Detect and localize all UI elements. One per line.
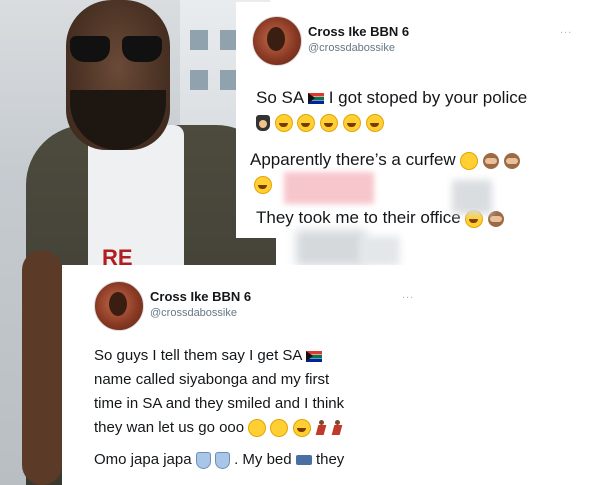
tweet-author-handle[interactable]: @crossdabossike [308, 42, 395, 54]
tweet-text: time in SA and they smiled and I think [94, 395, 345, 412]
blurred-region [296, 230, 366, 266]
see-no-evil-monkey-icon [483, 152, 500, 169]
tweet-text-line: they wan let us go ooo [94, 419, 343, 438]
laughing-face-icon [342, 113, 361, 132]
tweet-text: name called siyabonga and my first [94, 371, 330, 388]
sunglasses-icon [70, 36, 164, 64]
tweet-author-name[interactable]: Cross Ike BBN 6 [150, 289, 251, 304]
police-officer-icon [256, 114, 270, 131]
tweet-text-line: name called siyabonga and my first [94, 371, 329, 388]
tweet-card-2[interactable]: Cross Ike BBN 6 @crossdabossike ... So g… [62, 265, 470, 485]
laughing-face-icon [292, 419, 311, 438]
shield-icon [214, 451, 230, 469]
running-person-icon [331, 420, 343, 436]
tweet-text: They took me to their office [256, 208, 461, 227]
blurred-region [284, 172, 374, 204]
shield-icon [195, 451, 211, 469]
sweat-smile-icon [460, 151, 479, 170]
tweet-text: I got stoped by your police [328, 88, 528, 107]
laughing-face-icon [297, 113, 316, 132]
sweat-smile-icon [270, 419, 289, 438]
running-person-icon [315, 420, 327, 436]
tweet-author-handle[interactable]: @crossdabossike [150, 307, 237, 319]
bed-icon [295, 455, 312, 466]
building-window [190, 30, 208, 50]
laughing-face-icon [320, 113, 339, 132]
laughing-face-icon [365, 113, 384, 132]
tweet-text: Omo japa japa [94, 451, 192, 468]
sa-flag-icon [305, 350, 322, 362]
tweet-text-line: time in SA and they smiled and I think [94, 395, 344, 412]
person-arm [22, 250, 62, 485]
tweet-author-name[interactable]: Cross Ike BBN 6 [308, 24, 409, 39]
building-window [190, 70, 208, 90]
tweet-text: . My bed [234, 451, 292, 468]
laughing-face-icon [254, 175, 272, 194]
tweet-text: Apparently there’s a curfew [250, 150, 456, 169]
emoji-row [256, 112, 384, 132]
sweat-smile-icon [248, 419, 267, 438]
blurred-region [360, 236, 400, 266]
more-options-icon[interactable]: ... [402, 289, 414, 301]
tweet-text-line: Apparently there’s a curfew [250, 150, 520, 170]
tweet-text-line: Omo japa japa . My bed they [94, 451, 344, 469]
blurred-region [452, 180, 492, 214]
tweet-text: they [315, 451, 345, 468]
sa-flag-icon [308, 93, 324, 105]
laughing-face-icon [274, 113, 293, 132]
see-no-evil-monkey-icon [503, 152, 520, 169]
avatar[interactable] [252, 16, 302, 66]
tweet-text: So SA [256, 88, 304, 107]
tweet-text: they wan let us go ooo [94, 419, 245, 436]
more-options-icon[interactable]: ... [560, 24, 572, 36]
avatar[interactable] [94, 281, 144, 331]
tweet-text: So guys I tell them say I get SA [94, 347, 302, 364]
emoji-row [254, 174, 272, 194]
tweet-text-line: So guys I tell them say I get SA [94, 347, 322, 364]
tweet-text-line: So SA I got stoped by your police [256, 88, 527, 108]
